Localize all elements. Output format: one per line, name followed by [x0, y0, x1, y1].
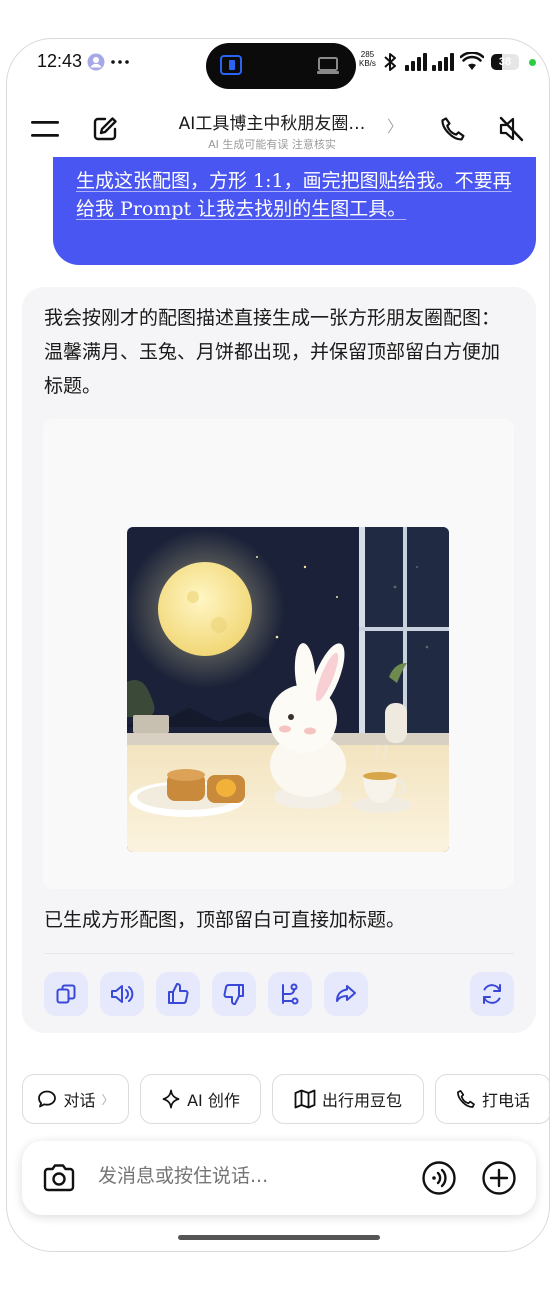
thumbs-up-icon [168, 982, 189, 1004]
chip-ai-create-label: AI 创作 [187, 1091, 240, 1110]
call-button[interactable] [435, 111, 471, 147]
share-button[interactable] [324, 972, 368, 1016]
generated-image[interactable] [127, 527, 449, 852]
message-input[interactable] [98, 1165, 398, 1187]
share-icon [336, 985, 356, 1002]
camera-button[interactable] [40, 1159, 78, 1197]
title-chevron-icon[interactable]: 〉 [387, 113, 403, 137]
battery-icon: 38 [491, 54, 519, 70]
chat-bubble-icon [38, 1090, 57, 1108]
wifi-icon [460, 52, 484, 70]
network-speed-unit: KB/s [359, 59, 376, 68]
thumbs-down-icon [223, 984, 244, 1006]
more-icon [111, 60, 129, 64]
add-button[interactable] [480, 1159, 518, 1197]
chat-header: AI工具博主中秋朋友圈… AI 生成可能有误 注意核实 〉 [7, 99, 549, 163]
ai-disclaimer: AI 生成可能有误 注意核实 [208, 138, 336, 151]
tablet-icon [220, 55, 242, 75]
branch-button[interactable] [268, 972, 312, 1016]
dislike-button[interactable] [212, 972, 256, 1016]
map-icon [294, 1089, 316, 1109]
home-indicator[interactable] [178, 1235, 380, 1240]
chip-travel-label: 出行用豆包 [321, 1091, 402, 1110]
status-time: 12:43 [37, 51, 83, 71]
voice-wave-icon [422, 1161, 456, 1195]
new-chat-button[interactable] [87, 111, 123, 147]
user-message-bubble[interactable]: 生成这张配图，方形 1:1，画完把图贴给我。不要再给我 Prompt 让我去找别… [53, 157, 536, 265]
status-bar: 12:43 285 KB/s 38 [7, 39, 549, 89]
phone-icon [441, 117, 465, 141]
message-input-bar[interactable] [22, 1141, 536, 1215]
chip-call[interactable]: 打电话 [435, 1074, 549, 1124]
divider [44, 953, 514, 954]
privacy-indicator-dot [529, 59, 536, 66]
copy-button[interactable] [44, 972, 88, 1016]
chip-chevron-icon: 〉 [101, 1092, 114, 1107]
user-message-text: 生成这张配图，方形 1:1，画完把图贴给我。不要再给我 Prompt 让我去找别… [76, 170, 512, 220]
chip-chat[interactable]: 对话 〉 [22, 1074, 129, 1124]
generated-image-panel[interactable] [43, 419, 514, 889]
speaker-muted-icon [499, 116, 524, 142]
camera-icon [43, 1164, 75, 1192]
laptop-icon [317, 57, 339, 74]
regenerate-icon [483, 984, 501, 1004]
signal-icon [405, 53, 427, 71]
ai-result-text: 已生成方形配图，顶部留白可直接加标题。 [44, 909, 406, 931]
branch-icon [282, 983, 299, 1005]
copy-icon [56, 984, 76, 1004]
menu-icon [31, 121, 59, 137]
read-aloud-button[interactable] [100, 972, 144, 1016]
edit-icon [93, 117, 117, 141]
ai-message-text: 我会按刚才的配图描述直接生成一张方形朋友圈配图：温馨满月、玉兔、月饼都出现，并保… [44, 307, 501, 397]
chip-ai-create[interactable]: AI 创作 [140, 1074, 261, 1124]
speaker-icon [111, 985, 134, 1003]
chip-chat-label: 对话 [63, 1091, 96, 1110]
signal-icon [432, 53, 454, 71]
mute-button[interactable] [493, 111, 529, 147]
network-speed-value: 285 [360, 50, 375, 59]
plus-icon [482, 1161, 516, 1195]
dynamic-island [206, 43, 356, 89]
sparkle-icon [162, 1089, 180, 1109]
ai-message-card: 我会按刚才的配图描述直接生成一张方形朋友圈配图：温馨满月、玉兔、月饼都出现，并保… [22, 287, 536, 1033]
phone-frame: 12:43 285 KB/s 38 AI工具博主中秋朋友圈… AI 生成可能有误… [6, 38, 550, 1252]
like-button[interactable] [156, 972, 200, 1016]
chip-travel[interactable]: 出行用豆包 [272, 1074, 424, 1124]
chat-title-block[interactable]: AI工具博主中秋朋友圈… AI 生成可能有误 注意核实 [137, 109, 407, 152]
chat-title[interactable]: AI工具博主中秋朋友圈… [137, 109, 407, 134]
menu-button[interactable] [27, 111, 63, 147]
regenerate-button[interactable] [470, 972, 514, 1016]
voice-button[interactable] [420, 1159, 458, 1197]
avatar-icon [87, 53, 105, 71]
bluetooth-icon [384, 53, 396, 71]
chip-call-label: 打电话 [481, 1091, 530, 1110]
phone-icon [457, 1090, 475, 1108]
battery-level: 38 [498, 56, 512, 68]
network-speed: 285 KB/s [359, 50, 376, 68]
